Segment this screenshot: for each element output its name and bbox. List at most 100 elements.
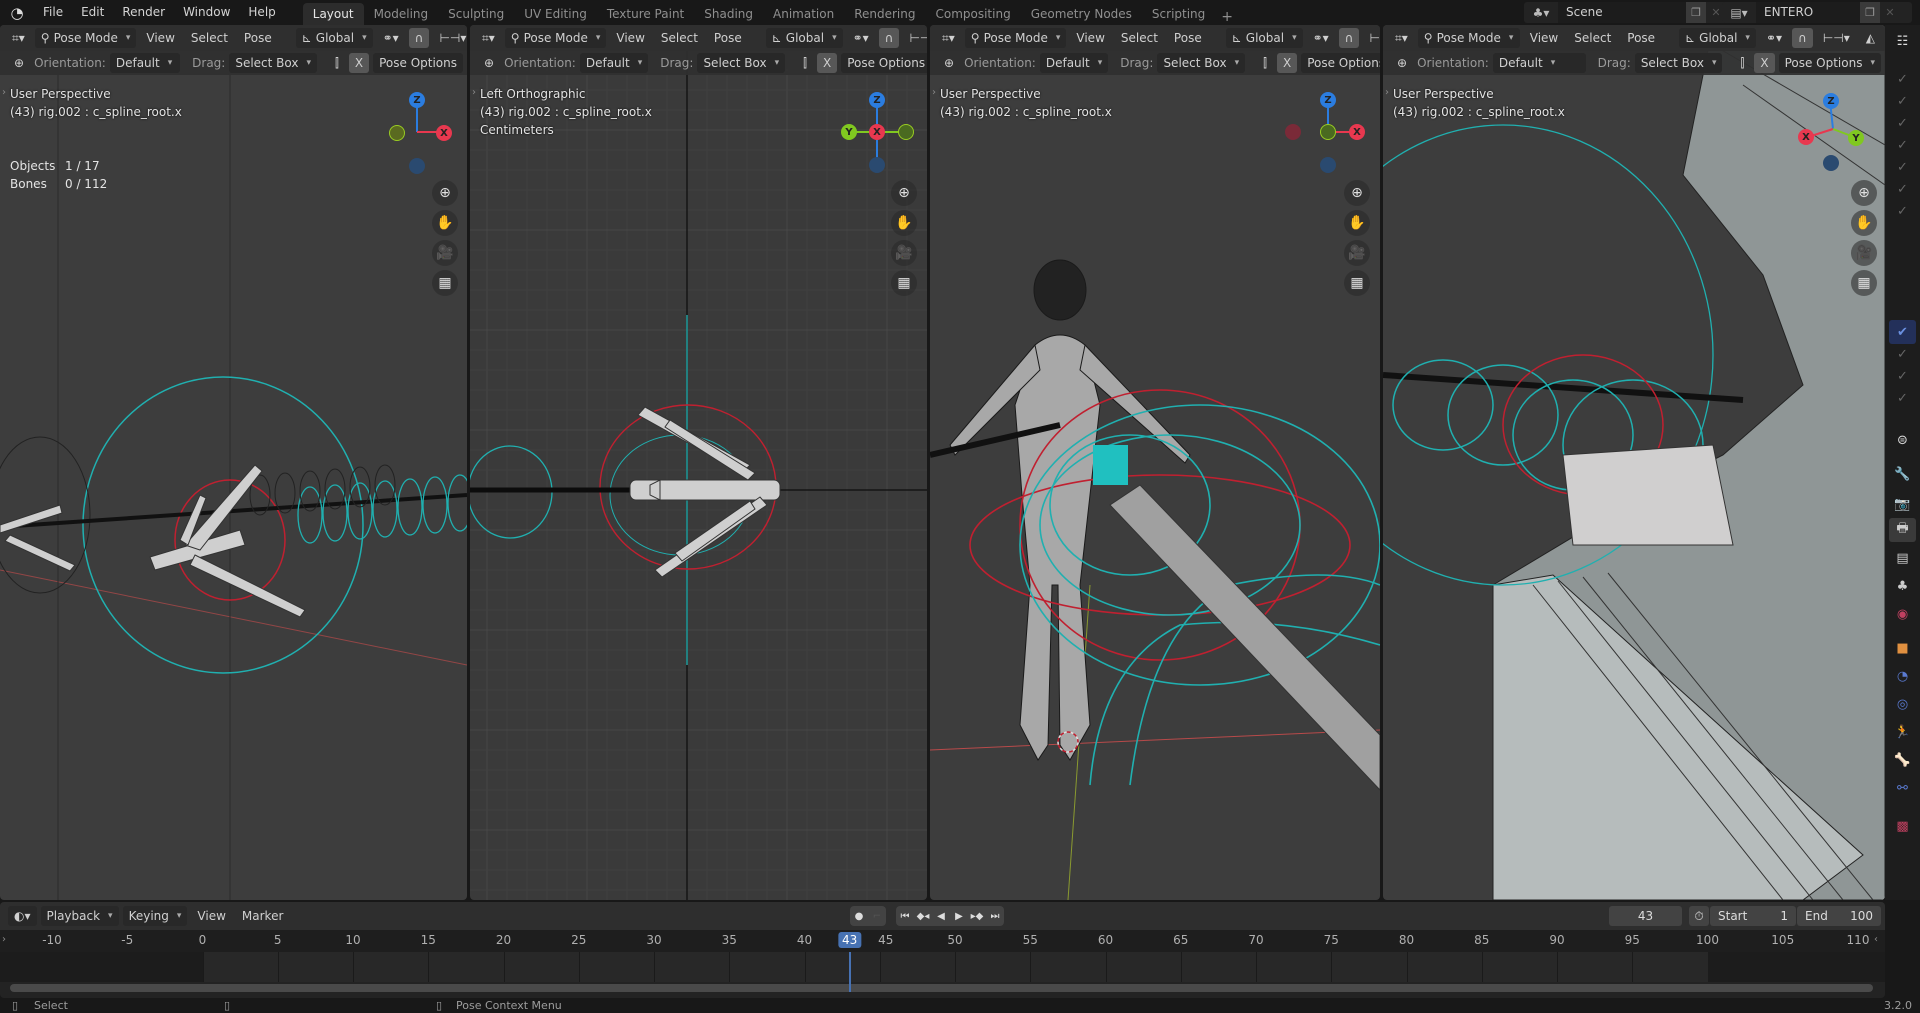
proportional-edit-icon[interactable]: ◭ bbox=[1860, 28, 1881, 48]
pose-options-dropdown[interactable]: Pose Options bbox=[373, 53, 463, 73]
tab-shading[interactable]: Shading bbox=[694, 3, 763, 25]
menu-view[interactable]: View bbox=[140, 28, 180, 48]
tab-compositing[interactable]: Compositing bbox=[925, 3, 1020, 25]
gizmo-z-axis[interactable]: Z bbox=[1823, 93, 1839, 109]
perspective-grid-icon[interactable]: ▦ bbox=[1851, 270, 1877, 296]
mirror-icon[interactable]: ⫿ bbox=[1734, 53, 1750, 73]
mode-dropdown[interactable]: ⚲ Pose Mode ▾ bbox=[34, 28, 137, 48]
snap-toggle[interactable]: ∩ bbox=[1338, 28, 1360, 48]
pivot-point-dropdown[interactable]: ⚭▾ bbox=[847, 28, 875, 48]
restrict-toggle-icon[interactable]: ✓ bbox=[1889, 111, 1916, 135]
viewport-4[interactable]: ⌗▾ ⚲ Pose Mode ▾ View Select Pose ⊾ Global ▾… bbox=[1383, 25, 1885, 900]
menu-pose[interactable]: Pose bbox=[1621, 28, 1661, 48]
keying-menu[interactable]: Keying ▾ bbox=[122, 906, 188, 926]
scene-properties-icon[interactable]: ♣ bbox=[1889, 574, 1916, 598]
snap-target-dropdown[interactable]: ⊢⊣▾ bbox=[1817, 28, 1856, 48]
prev-keyframe-icon[interactable]: ◆◂ bbox=[914, 906, 932, 926]
restrict-toggle-icon[interactable]: ✓ bbox=[1889, 89, 1916, 113]
viewport-3[interactable]: ⌗▾ ⚲ Pose Mode ▾ View Select Pose ⊾ Global ▾… bbox=[930, 25, 1380, 900]
menu-select[interactable]: Select bbox=[655, 28, 704, 48]
toolbar-expand-icon[interactable]: › bbox=[472, 87, 476, 98]
gizmo-neg-y-axis[interactable] bbox=[1320, 124, 1336, 140]
mirror-icon[interactable]: ⫿ bbox=[1257, 53, 1273, 73]
scene-selector[interactable]: ♣▾ Scene ❐ ✕ bbox=[1524, 2, 1746, 23]
camera-icon[interactable]: 🎥 bbox=[1851, 240, 1877, 266]
armature-data-icon[interactable]: 🏃 bbox=[1889, 720, 1916, 744]
transform-orientation-dropdown[interactable]: ⊾ Global ▾ bbox=[765, 28, 843, 48]
pose-options-dropdown[interactable]: Pose Options ▾ bbox=[1778, 53, 1881, 73]
navigation-gizmo[interactable]: Z X bbox=[1283, 87, 1373, 177]
menu-help[interactable]: Help bbox=[239, 0, 284, 25]
toggle-switch-icon[interactable]: ⊜ bbox=[1889, 428, 1916, 452]
tab-scripting[interactable]: Scripting bbox=[1142, 3, 1215, 25]
camera-icon[interactable]: 🎥 bbox=[1344, 240, 1370, 266]
new-view-layer-icon[interactable]: ❐ bbox=[1860, 2, 1880, 23]
toolbar-expand-icon[interactable]: › bbox=[1385, 87, 1389, 98]
camera-icon[interactable]: 🎥 bbox=[432, 240, 458, 266]
bone-properties-icon[interactable]: 🦴 bbox=[1889, 748, 1916, 772]
texture-properties-icon[interactable]: ▩ bbox=[1889, 814, 1916, 838]
restrict-toggle-icon[interactable]: ✓ bbox=[1889, 386, 1916, 410]
marker-menu[interactable]: Marker bbox=[236, 906, 289, 926]
gizmo-neg-y-axis[interactable] bbox=[898, 124, 914, 140]
editor-type-button[interactable]: ⌗▾ bbox=[476, 28, 501, 48]
timeline-scrollbar[interactable] bbox=[10, 984, 1873, 992]
gizmo-z-axis[interactable]: Z bbox=[409, 92, 425, 108]
transform-orientation-dropdown[interactable]: ⊾ Global ▾ bbox=[1225, 28, 1303, 48]
menu-view[interactable]: View bbox=[1524, 28, 1564, 48]
zoom-icon[interactable]: ⊕ bbox=[891, 180, 917, 206]
viewport-1[interactable]: ⌗▾ ⚲ Pose Mode ▾ View Select Pose ⊾ Global ▾… bbox=[0, 25, 467, 900]
restrict-toggle-icon[interactable]: ✓ bbox=[1889, 199, 1916, 223]
snap-target-dropdown[interactable]: ⊢⊣▾ bbox=[903, 28, 927, 48]
menu-file[interactable]: File bbox=[34, 0, 72, 25]
gizmo-neg-z-axis[interactable] bbox=[409, 158, 425, 174]
gizmo-x-axis[interactable]: X bbox=[1798, 129, 1814, 145]
jump-end-icon[interactable]: ⏭ bbox=[986, 906, 1004, 926]
keying-set-icon[interactable]: ⌐ bbox=[868, 906, 886, 926]
playback-menu[interactable]: Playback ▾ bbox=[40, 906, 119, 926]
tool-icon[interactable]: ⊕ bbox=[478, 53, 500, 73]
mirror-x-toggle[interactable]: X bbox=[1754, 53, 1775, 73]
mode-dropdown[interactable]: ⚲ Pose Mode ▾ bbox=[964, 28, 1067, 48]
tool-icon[interactable]: ⊕ bbox=[8, 53, 30, 73]
navigation-gizmo[interactable]: Z Y X bbox=[832, 87, 922, 177]
menu-pose[interactable]: Pose bbox=[238, 28, 278, 48]
restrict-toggle-icon[interactable]: ✓ bbox=[1889, 67, 1916, 91]
snap-target-dropdown[interactable]: ⊢⊣▾ bbox=[433, 28, 467, 48]
pan-hand-icon[interactable]: ✋ bbox=[1851, 210, 1877, 236]
physics-properties-icon[interactable]: ◎ bbox=[1889, 692, 1916, 716]
perspective-grid-icon[interactable]: ▦ bbox=[1344, 270, 1370, 296]
gizmo-neg-y-axis[interactable] bbox=[389, 125, 405, 141]
output-properties-icon[interactable]: 🖶 bbox=[1889, 518, 1916, 542]
gizmo-x-axis[interactable]: X bbox=[1349, 124, 1365, 140]
restrict-toggle-icon[interactable]: ✓ bbox=[1889, 177, 1916, 201]
record-icon[interactable]: ● bbox=[850, 906, 868, 926]
menu-pose[interactable]: Pose bbox=[1168, 28, 1208, 48]
editor-type-button[interactable]: ⌗▾ bbox=[1389, 28, 1414, 48]
gizmo-x-axis[interactable]: X bbox=[436, 125, 452, 141]
view-layer-properties-icon[interactable]: ▤ bbox=[1889, 546, 1916, 570]
drag-dropdown[interactable]: Select Box ▾ bbox=[1634, 53, 1723, 73]
start-frame-field[interactable]: Start 1 bbox=[1710, 906, 1796, 926]
gizmo-neg-x-axis[interactable] bbox=[1285, 124, 1301, 140]
snap-target-dropdown[interactable]: ⊢⊣▾ bbox=[1363, 28, 1380, 48]
tab-layout[interactable]: Layout bbox=[302, 3, 364, 25]
restrict-toggle-icon[interactable]: ✓ bbox=[1889, 342, 1916, 366]
menu-view[interactable]: View bbox=[610, 28, 650, 48]
jump-start-icon[interactable]: ⏮ bbox=[896, 906, 914, 926]
navigation-gizmo[interactable]: Z X Y bbox=[1788, 87, 1878, 177]
tool-icon[interactable]: ⊕ bbox=[1391, 53, 1413, 73]
modifier-properties-icon[interactable]: ◔ bbox=[1889, 664, 1916, 688]
next-keyframe-icon[interactable]: ▸◆ bbox=[968, 906, 986, 926]
menu-select[interactable]: Select bbox=[1115, 28, 1164, 48]
editor-type-clock-icon[interactable]: ◐▾ bbox=[8, 906, 37, 926]
snap-toggle[interactable]: ∩ bbox=[1792, 28, 1813, 48]
mirror-icon[interactable]: ⫿ bbox=[329, 53, 345, 73]
restrict-toggle-icon[interactable]: ✓ bbox=[1889, 133, 1916, 157]
view-layer-selector[interactable]: ▤▾ ENTERO ❐ ✕ bbox=[1722, 2, 1912, 23]
pose-options-dropdown[interactable]: Pose Options bbox=[1301, 53, 1380, 73]
end-frame-field[interactable]: End 100 bbox=[1797, 906, 1881, 926]
camera-icon[interactable]: 🎥 bbox=[891, 240, 917, 266]
snap-toggle[interactable]: ∩ bbox=[878, 28, 900, 48]
bone-constraints-icon[interactable]: ⚯ bbox=[1889, 776, 1916, 800]
